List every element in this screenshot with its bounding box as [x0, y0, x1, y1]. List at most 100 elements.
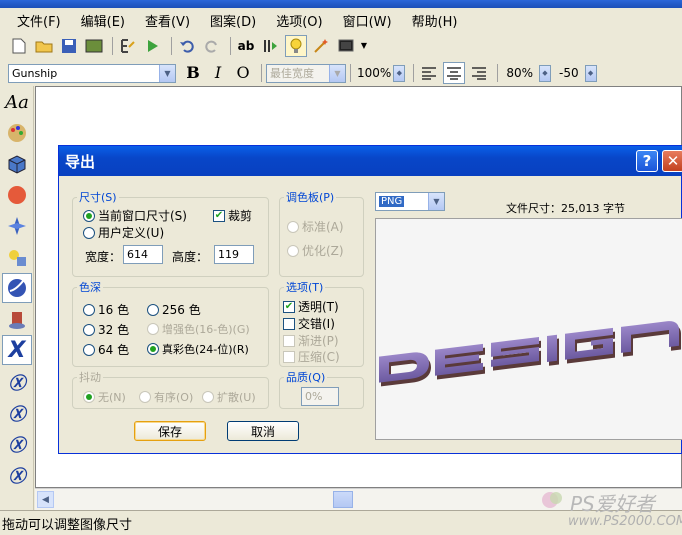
checkbox-crop[interactable]: ✔ 裁剪 — [213, 207, 252, 224]
checkbox-progressive-box[interactable] — [283, 334, 295, 347]
radio-truecolor-icon[interactable] — [147, 343, 159, 355]
text-edit-icon[interactable] — [117, 35, 139, 57]
offset-spinner[interactable]: ◆ — [584, 64, 597, 82]
x-rotate-icon[interactable]: Ⓧ — [2, 428, 32, 458]
menu-window[interactable]: 窗口(W) — [343, 11, 392, 30]
checkbox-interlace-box[interactable] — [283, 317, 295, 330]
columns-icon[interactable] — [260, 35, 282, 57]
check-icon[interactable]: ✔ — [283, 300, 295, 313]
menu-edit[interactable]: 编辑(E) — [81, 11, 125, 30]
magic-wand-icon[interactable] — [310, 35, 332, 57]
zoom-value[interactable]: 100% — [357, 66, 391, 80]
cancel-button[interactable]: 取消 — [227, 421, 299, 441]
checkbox-transparent[interactable]: ✔ 透明(T) — [283, 298, 339, 315]
light-icon[interactable] — [2, 211, 32, 241]
chevron-down-icon[interactable]: ▼ — [428, 193, 444, 210]
lightbulb-icon[interactable] — [285, 35, 307, 57]
radio-custom[interactable]: 用户定义(U) — [83, 224, 164, 241]
offset-value[interactable]: -50 — [559, 66, 579, 80]
chevron-down-icon[interactable]: ▼ — [159, 64, 175, 82]
radio-dither-none-icon[interactable] — [83, 391, 95, 403]
menu-view[interactable]: 查看(V) — [145, 11, 190, 30]
radio-16-color-icon[interactable] — [83, 303, 95, 316]
radio-optimized[interactable]: 优化(Z) — [287, 242, 344, 259]
export-icon[interactable] — [83, 35, 105, 57]
radio-current-window-icon[interactable] — [83, 209, 95, 222]
undo-icon[interactable] — [176, 35, 198, 57]
menu-pattern[interactable]: 图案(D) — [210, 11, 256, 30]
play-icon[interactable] — [142, 35, 164, 57]
outline-button[interactable]: O — [232, 62, 254, 84]
new-file-icon[interactable] — [8, 35, 30, 57]
radio-standard-icon[interactable] — [287, 220, 299, 233]
format-select[interactable]: PNG ▼ — [375, 192, 445, 211]
checkbox-progressive[interactable]: 渐进(P) — [283, 332, 339, 349]
font-name-select[interactable]: Gunship ▼ — [8, 63, 176, 83]
cube-icon[interactable] — [2, 149, 32, 179]
radio-enhanced-16-icon[interactable] — [147, 323, 159, 335]
x-tool-active-icon[interactable]: X — [2, 335, 32, 365]
x-rotate-icon[interactable]: Ⓧ — [2, 459, 32, 489]
check-icon[interactable]: ✔ — [213, 209, 225, 222]
radio-truecolor[interactable]: 真彩色(24-位)(R) — [147, 341, 249, 357]
toolbar-separator — [171, 37, 172, 55]
radio-dither-ordered[interactable]: 有序(O) — [139, 389, 193, 405]
scroll-left-button[interactable]: ◀ — [37, 491, 54, 508]
radio-dither-diffuse[interactable]: 扩散(U) — [202, 389, 256, 405]
radio-optimized-label: 优化(Z) — [302, 244, 344, 258]
save-button[interactable]: 保存 — [134, 421, 206, 441]
object-icon[interactable] — [2, 304, 32, 334]
italic-button[interactable]: I — [207, 62, 229, 84]
bulb-shapes-icon[interactable] — [2, 242, 32, 272]
menu-options[interactable]: 选项(O) — [276, 11, 322, 30]
redo-icon[interactable] — [201, 35, 223, 57]
align-center-icon[interactable] — [443, 62, 466, 84]
checkbox-compress[interactable]: 压缩(C) — [283, 348, 340, 365]
scroll-thumb[interactable] — [333, 491, 353, 508]
radio-32-color-icon[interactable] — [83, 323, 95, 336]
help-button[interactable]: ? — [636, 150, 658, 172]
radio-32-color[interactable]: 32 色 — [83, 321, 129, 338]
best-width-select[interactable]: 最佳宽度 ▼ — [266, 63, 346, 83]
radio-custom-icon[interactable] — [83, 226, 95, 239]
sphere-icon[interactable] — [2, 180, 32, 210]
globe-icon[interactable] — [2, 273, 32, 303]
menu-file[interactable]: 文件(F) — [17, 11, 61, 30]
radio-64-color-icon[interactable] — [83, 343, 95, 356]
save-icon[interactable] — [58, 35, 80, 57]
menu-help[interactable]: 帮助(H) — [412, 11, 458, 30]
close-button[interactable]: ✕ — [662, 150, 682, 172]
scale-value[interactable]: 80% — [506, 66, 533, 80]
align-left-icon[interactable] — [418, 62, 440, 84]
align-right-icon[interactable] — [468, 62, 490, 84]
width-field[interactable]: 614 — [123, 245, 163, 264]
x-rotate-icon[interactable]: Ⓧ — [2, 397, 32, 427]
radio-dither-ordered-icon[interactable] — [139, 391, 151, 403]
checkbox-interlace[interactable]: 交错(I) — [283, 315, 335, 332]
radio-enhanced-16[interactable]: 增强色(16-色)(G) — [147, 321, 250, 337]
open-folder-icon[interactable] — [33, 35, 55, 57]
bold-button[interactable]: B — [182, 62, 204, 84]
height-field[interactable]: 119 — [214, 245, 254, 264]
radio-16-color[interactable]: 16 色 — [83, 301, 129, 318]
dropdown-arrow-icon[interactable]: ▼ — [360, 35, 368, 57]
scale-spinner[interactable]: ◆ — [538, 64, 551, 82]
palette-icon[interactable] — [2, 118, 32, 148]
toolbar-separator — [413, 64, 415, 82]
radio-dither-diffuse-icon[interactable] — [202, 391, 214, 403]
display-icon[interactable] — [335, 35, 357, 57]
radio-64-color[interactable]: 64 色 — [83, 341, 129, 358]
radio-optimized-icon[interactable] — [287, 244, 299, 257]
radio-current-window[interactable]: 当前窗口尺寸(S) — [83, 207, 187, 224]
checkbox-compress-box[interactable] — [283, 350, 295, 363]
zoom-spinner[interactable]: ◆ — [393, 64, 406, 82]
x-rotate-icon[interactable]: Ⓧ — [2, 366, 32, 396]
text-tool-icon[interactable]: Aa — [2, 87, 32, 117]
radio-256-color-icon[interactable] — [147, 303, 159, 316]
watermark-brand: PS爱好者 — [570, 492, 655, 516]
radio-standard[interactable]: 标准(A) — [287, 218, 344, 235]
radio-256-color[interactable]: 256 色 — [147, 301, 201, 318]
spellcheck-icon[interactable]: ab — [235, 35, 257, 57]
radio-dither-none[interactable]: 无(N) — [83, 389, 126, 405]
quality-field[interactable]: 0% — [301, 387, 339, 406]
